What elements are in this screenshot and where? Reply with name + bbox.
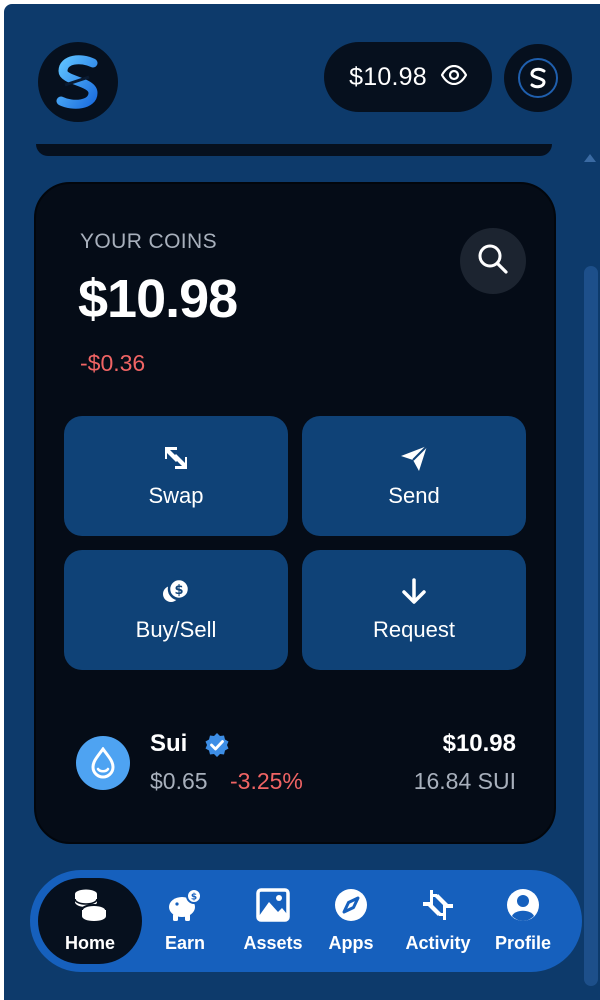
swap-icon: [161, 443, 191, 473]
scroll-up-arrow-icon[interactable]: [584, 154, 596, 162]
nav-assets-label: Assets: [243, 933, 303, 953]
home-coins-icon: [72, 888, 108, 927]
request-button[interactable]: Request: [302, 550, 526, 670]
nav-earn-label: Earn: [164, 933, 206, 953]
request-label: Request: [373, 617, 455, 642]
arrow-down-icon: [399, 577, 429, 607]
sui-coin-icon: [76, 736, 130, 790]
nav-activity-label: Activity: [405, 933, 471, 953]
sui-wallet-logo-icon[interactable]: [38, 42, 118, 122]
coins-total: $10.98: [78, 269, 238, 329]
wallet-app: $10.98 YOUR COINS $10.98 -$0.36 Swap Sen…: [4, 4, 600, 1000]
user-circle-icon: [506, 888, 540, 927]
account-logo-icon: [518, 58, 558, 98]
nav-home[interactable]: Home: [38, 878, 142, 964]
buy-sell-label: Buy/Sell: [135, 617, 217, 642]
eye-icon: [440, 63, 468, 92]
piggy-bank-icon: $: [167, 888, 203, 927]
image-icon: [256, 888, 290, 927]
coin-value: $10.98: [442, 730, 516, 757]
nav-profile-label: Profile: [494, 933, 551, 953]
header-balance: $10.98: [349, 62, 427, 91]
nav-assets[interactable]: Assets: [228, 870, 318, 972]
coin-amount: 16.84 SUI: [413, 768, 516, 794]
coin-row-sui[interactable]: Sui $0.65 -3.25% $10.98 16.84 SUI: [76, 724, 516, 794]
compass-icon: [334, 888, 368, 927]
buy-sell-button[interactable]: $ Buy/Sell: [64, 550, 288, 670]
search-button[interactable]: [460, 228, 526, 294]
coin-name: Sui: [150, 730, 188, 757]
nav-apps-label: Apps: [328, 933, 374, 953]
svg-text:$: $: [191, 893, 197, 903]
coin-price: $0.65: [150, 768, 208, 794]
coins-label: YOUR COINS: [80, 230, 218, 253]
swap-label: Swap: [148, 483, 204, 508]
coins-icon: $: [161, 577, 191, 607]
search-icon: [477, 243, 509, 280]
verified-badge-icon: [204, 732, 230, 763]
account-button[interactable]: [504, 44, 572, 112]
paper-plane-icon: [399, 443, 429, 473]
send-button[interactable]: Send: [302, 416, 526, 536]
scrollbar-thumb[interactable]: [584, 266, 598, 986]
nav-home-label: Home: [64, 933, 115, 953]
nav-profile[interactable]: Profile: [490, 870, 556, 972]
bottom-nav: Home $ Earn Assets Apps Activity Profile: [30, 870, 582, 972]
collapsed-card-edge: [36, 144, 552, 156]
send-label: Send: [388, 483, 440, 508]
coins-change: -$0.36: [80, 350, 146, 376]
balance-toggle-button[interactable]: $10.98: [324, 42, 492, 112]
activity-arrows-icon: [421, 888, 455, 927]
svg-text:$: $: [174, 583, 183, 598]
nav-apps[interactable]: Apps: [318, 870, 384, 972]
swap-button[interactable]: Swap: [64, 416, 288, 536]
nav-activity[interactable]: Activity: [392, 870, 484, 972]
nav-earn[interactable]: $ Earn: [142, 870, 228, 972]
coins-card: YOUR COINS $10.98 -$0.36 Swap Send $ Buy…: [34, 182, 556, 844]
coin-change-percent: -3.25%: [230, 768, 303, 794]
